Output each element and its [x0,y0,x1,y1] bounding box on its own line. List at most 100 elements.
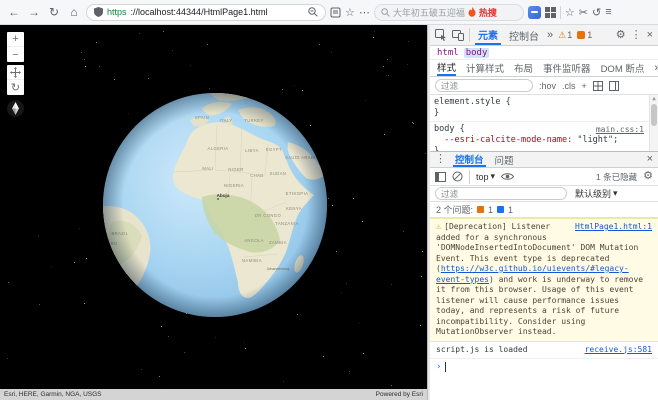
live-expression-eye-icon[interactable] [501,172,514,181]
subtab-layout[interactable]: 布局 [514,60,533,76]
search-icon [381,8,390,17]
attribution-sources: Esri, HERE, Garmin, NGA, USGS [4,391,102,398]
devtools-kebab-icon[interactable]: ⋮ [631,30,642,41]
hidden-messages-label[interactable]: 1 条已隐藏 [596,171,637,183]
more-tabs-icon[interactable]: » [547,30,553,41]
back-icon[interactable]: ← [6,5,22,19]
crumb-body[interactable]: body [464,48,490,58]
star [425,153,426,154]
styles-scrollbar[interactable]: ▲ [649,95,658,151]
zoom-out-page-icon[interactable] [308,7,318,17]
star [282,89,283,90]
new-style-rule-icon[interactable]: + [582,81,587,91]
powered-by-esri[interactable]: Powered by Esri [376,391,423,398]
zoom-in-button[interactable]: + [7,32,24,47]
compass-button[interactable] [7,100,24,117]
home-icon[interactable]: ⌂ [66,5,82,19]
star [391,284,392,285]
scrollbar-thumb[interactable] [651,104,657,126]
console-filter-input[interactable] [435,187,567,200]
address-bar[interactable]: https://localhost:44344/HtmlPage1.html [86,4,326,21]
menu-icon[interactable]: ≡ [605,6,611,18]
warning-source-link[interactable]: HtmlPage1.html:1 [575,222,652,231]
star [323,356,324,357]
computed-panel-icon[interactable] [593,81,603,91]
context-selector[interactable]: top▾ [476,171,495,182]
styles-filter-bar: :hov .cls + [430,77,658,95]
subtab-styles[interactable]: 样式 [437,60,456,76]
scene-view[interactable]: SPAINITALYTURKEYALGERIALIBYAEGYPTSAUDI A… [0,25,427,400]
zoom-out-button[interactable]: − [7,47,24,62]
tab-elements[interactable]: 元素 [475,25,501,45]
star [336,251,337,252]
star [420,325,421,326]
scroll-up-icon[interactable]: ▲ [650,95,658,103]
log-levels-dropdown[interactable]: 默认级别▾ [575,187,618,200]
drawer-tab-console[interactable]: 控制台 [453,152,486,167]
shield-icon [94,7,103,17]
globe-rim-shade [103,93,327,317]
quick-search-box[interactable]: 大年初五破五迎福 热搜 [374,4,524,21]
css-source-link[interactable]: main.css:1 [596,124,644,135]
tab-console[interactable]: 控制台 [506,25,542,45]
apps-grid-icon[interactable] [545,7,556,18]
drawer-tab-issues[interactable]: 问题 [493,152,516,167]
browser-toolbar: ← → ↻ ⌂ https://localhost:44344/HtmlPage… [0,0,658,25]
clear-console-icon[interactable] [452,171,463,182]
star [384,134,385,135]
star [391,385,392,386]
undo-icon[interactable]: ↺ [592,6,601,19]
globe[interactable]: SPAINITALYTURKEYALGERIALIBYAEGYPTSAUDI A… [102,92,328,318]
star [363,353,364,354]
settings-gear-icon[interactable]: ⚙ [616,30,626,41]
device-toolbar-icon[interactable] [452,30,464,41]
caret-down-icon: ▾ [491,171,496,182]
css-rule-body[interactable]: main.css:1 body { --esri-calcite-mode-na… [430,122,658,151]
console-prompt[interactable]: › [430,359,658,376]
pan-mode-icon[interactable] [7,65,24,80]
subtabs-more-icon[interactable]: » [654,63,658,74]
screenshot-scissors-icon[interactable]: ✂ [579,6,588,19]
devtools-close-icon[interactable]: × [647,30,653,41]
star [207,44,208,45]
star [141,369,142,370]
reader-mode-icon[interactable] [330,7,341,18]
inspect-element-icon[interactable] [435,29,447,41]
star [331,52,332,53]
toggle-classes[interactable]: .cls [562,81,576,91]
drawer-kebab-icon[interactable]: ⋮ [435,154,446,165]
bookmark-star-icon[interactable]: ☆ [345,6,355,19]
styles-filter-input[interactable] [435,79,533,92]
warning-triangle-icon: ⚠ [436,222,441,232]
hot-search-text: 大年初五破五迎福 [393,6,465,19]
console-sidebar-icon[interactable] [435,172,446,182]
css-rule-element-style[interactable]: element.style { } [430,95,658,122]
subtab-dom-breakpoints[interactable]: DOM 断点 [601,60,645,76]
drawer-tabbar: ⋮ 控制台 问题 × [430,152,658,168]
crumb-html[interactable]: html [435,48,461,58]
rotate-mode-icon[interactable]: ↻ [7,80,24,95]
reload-icon[interactable]: ↻ [46,5,62,19]
star [190,65,191,66]
warnings-badge[interactable]: ⚠1 [558,30,572,41]
star [99,66,100,67]
subtab-computed[interactable]: 计算样式 [466,60,504,76]
log-source-link[interactable]: receive.js:581 [585,345,652,354]
toggle-hover-state[interactable]: :hov [539,81,556,91]
css-property-value: "light" [577,135,613,145]
collection-star-icon[interactable]: ☆ [565,6,575,19]
issues-counter-bar[interactable]: 2 个问题: 1 1 [430,202,658,218]
sidebar-position-icon[interactable] [609,81,619,91]
forward-icon[interactable]: → [26,5,42,19]
console-filter-bar: 默认级别▾ [430,186,658,202]
warning-triangle-icon: ⚠ [558,30,566,41]
extension-icon[interactable] [528,6,541,19]
console-settings-gear-icon[interactable]: ⚙ [643,171,653,182]
drawer-close-icon[interactable]: × [647,154,653,165]
hot-search-label: 热搜 [479,6,497,19]
overflow-dots-icon[interactable]: ⋯ [359,6,370,19]
star [168,336,169,337]
subtab-event-listeners[interactable]: 事件监听器 [543,60,591,76]
issues-badge[interactable]: 1 [577,30,592,40]
star [422,251,423,252]
